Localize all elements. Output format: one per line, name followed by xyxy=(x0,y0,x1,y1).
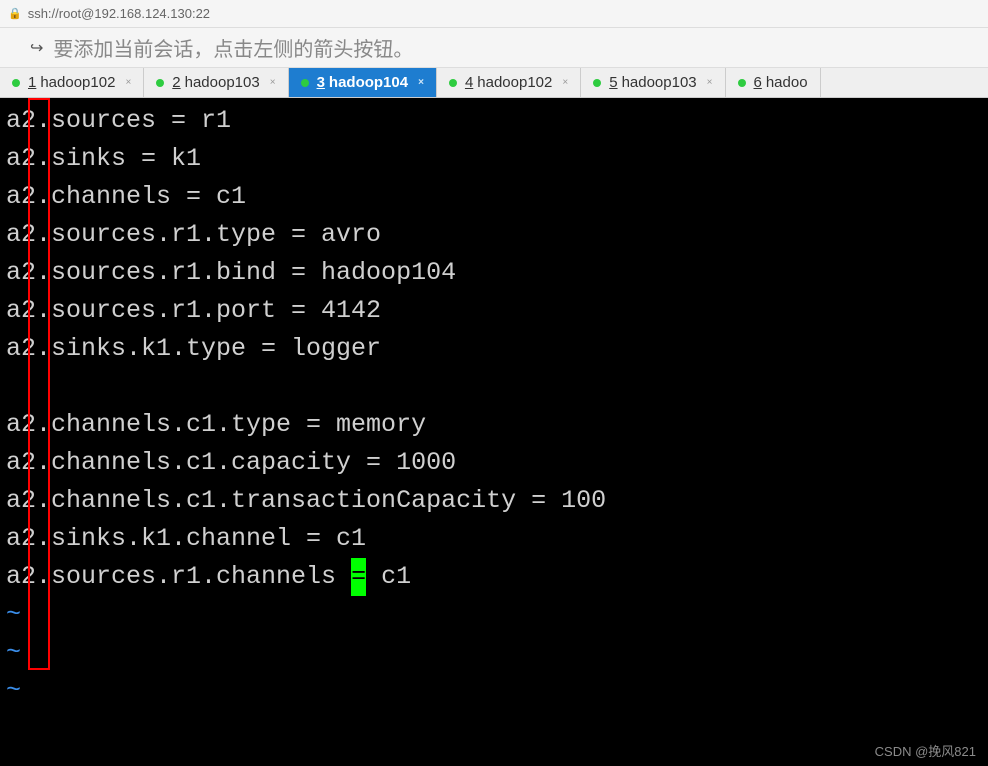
tab-5[interactable]: 5 hadoop103 × xyxy=(581,68,725,97)
tab-bar: 1 hadoop102×2 hadoop103×3 hadoop104×4 ha… xyxy=(0,68,988,98)
terminal-cursor-line: a2.sources.r1.channels = c1 xyxy=(6,558,982,596)
tab-label: hadoop103 xyxy=(185,74,260,91)
vim-empty-line: ~ xyxy=(6,672,982,710)
status-dot-icon xyxy=(449,79,457,87)
tab-label: hadoop103 xyxy=(622,74,697,91)
hint-text: 要添加当前会话，点击左侧的箭头按钮。 xyxy=(53,33,413,62)
close-icon[interactable]: × xyxy=(562,77,568,88)
close-icon[interactable]: × xyxy=(125,77,131,88)
terminal-line xyxy=(6,368,982,406)
hint-bar: ↪ 要添加当前会话，点击左侧的箭头按钮。 xyxy=(0,28,988,68)
terminal-line: a2.sinks = k1 xyxy=(6,140,982,178)
terminal-line: a2.sinks.k1.channel = c1 xyxy=(6,520,982,558)
tab-3[interactable]: 3 hadoop104 × xyxy=(289,68,437,97)
status-dot-icon xyxy=(301,79,309,87)
lock-icon: 🔒 xyxy=(8,7,22,20)
tab-number: 1 xyxy=(28,74,36,91)
status-dot-icon xyxy=(738,79,746,87)
tab-1[interactable]: 1 hadoop102 × xyxy=(0,68,144,97)
tab-2[interactable]: 2 hadoop103 × xyxy=(144,68,288,97)
terminal-line: a2.sources.r1.type = avro xyxy=(6,216,982,254)
tab-number: 3 xyxy=(317,74,325,91)
close-icon[interactable]: × xyxy=(707,77,713,88)
tab-label: hadoop104 xyxy=(329,74,408,91)
tab-number: 5 xyxy=(609,74,617,91)
vim-empty-line: ~ xyxy=(6,596,982,634)
status-dot-icon xyxy=(12,79,20,87)
terminal-line: a2.sinks.k1.type = logger xyxy=(6,330,982,368)
terminal-line: a2.channels.c1.transactionCapacity = 100 xyxy=(6,482,982,520)
terminal-line: a2.sources.r1.port = 4142 xyxy=(6,292,982,330)
terminal[interactable]: a2.sources = r1a2.sinks = k1a2.channels … xyxy=(0,98,988,766)
tab-label: hadoop102 xyxy=(477,74,552,91)
terminal-line: a2.channels = c1 xyxy=(6,178,982,216)
tab-4[interactable]: 4 hadoop102 × xyxy=(437,68,581,97)
tab-number: 2 xyxy=(172,74,180,91)
cursor: = xyxy=(351,558,366,596)
tab-number: 4 xyxy=(465,74,473,91)
terminal-line: a2.channels.c1.capacity = 1000 xyxy=(6,444,982,482)
status-dot-icon xyxy=(156,79,164,87)
terminal-line: a2.channels.c1.type = memory xyxy=(6,406,982,444)
tab-6[interactable]: 6 hadoo xyxy=(726,68,821,97)
status-dot-icon xyxy=(593,79,601,87)
tab-label: hadoop102 xyxy=(40,74,115,91)
address-bar: 🔒 ssh://root@192.168.124.130:22 xyxy=(0,0,988,28)
arrow-add-icon[interactable]: ↪ xyxy=(30,38,43,58)
watermark: CSDN @挽风821 xyxy=(875,741,976,760)
tab-label: hadoo xyxy=(766,74,808,91)
address-text: ssh://root@192.168.124.130:22 xyxy=(28,6,210,21)
close-icon[interactable]: × xyxy=(418,77,424,88)
terminal-line: a2.sources.r1.bind = hadoop104 xyxy=(6,254,982,292)
tab-number: 6 xyxy=(754,74,762,91)
close-icon[interactable]: × xyxy=(270,77,276,88)
vim-empty-line: ~ xyxy=(6,634,982,672)
terminal-line: a2.sources = r1 xyxy=(6,102,982,140)
